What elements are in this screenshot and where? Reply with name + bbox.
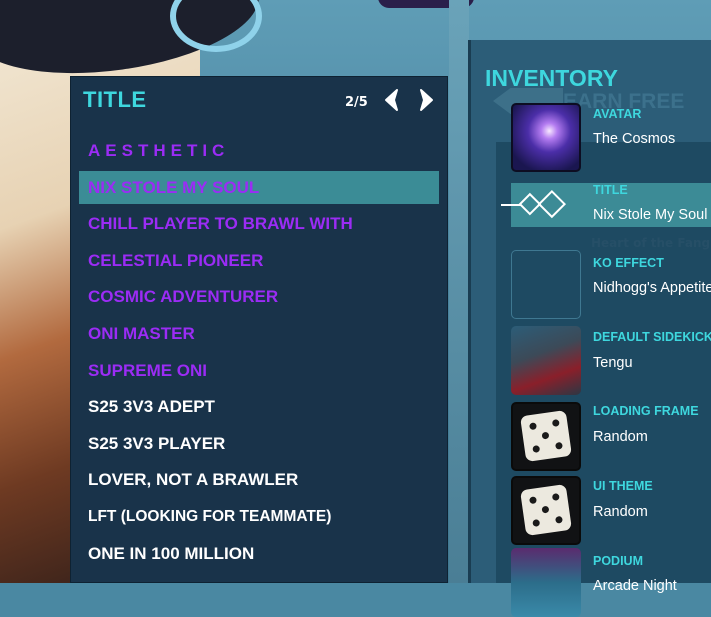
title-option-lft[interactable]: LFT (LOOKING FOR TEAMMATE) [79, 500, 439, 533]
dice-icon[interactable] [511, 476, 581, 545]
title-option-chill-player[interactable]: CHILL PLAYER TO BRAWL WITH [79, 207, 439, 240]
podium-slot-value[interactable]: Arcade Night [593, 578, 677, 594]
title-option-s25-3v3-player[interactable]: S25 3V3 PLAYER [79, 427, 439, 460]
title-option-celestial-pioneer[interactable]: CELESTIAL PIONEER [79, 244, 439, 277]
sidekick-slot-value[interactable]: Tengu [593, 355, 633, 371]
title-option-cosmic-adventurer[interactable]: COSMIC ADVENTURER [79, 280, 439, 313]
title-option-s25-3v3-adept[interactable]: S25 3V3 ADEPT [79, 390, 439, 423]
title-option-aesthetic[interactable]: AESTHETIC [79, 134, 439, 167]
page-indicator: 2/5 [345, 95, 368, 110]
background-strip [449, 0, 469, 583]
title-option-oni-master[interactable]: ONI MASTER [79, 317, 439, 350]
ko-effect-slot-value[interactable]: Nidhogg's Appetite [593, 280, 711, 296]
avatar-slot-label: AVATAR [593, 107, 642, 121]
ui-theme-slot-label: UI THEME [593, 479, 653, 493]
title-panel-heading: TITLE [83, 87, 147, 112]
title-diamond-icon[interactable] [501, 187, 587, 223]
title-list: AESTHETIC NIX STOLE MY SOUL CHILL PLAYER… [79, 134, 439, 573]
ko-effect-slot-label: KO EFFECT [593, 256, 664, 270]
podium-slot-label: PODIUM [593, 554, 643, 568]
title-selection-panel: TITLE 2/5 AESTHETIC NIX STOLE MY SOUL CH… [70, 76, 448, 583]
title-option-supreme-oni[interactable]: SUPREME ONI [79, 354, 439, 387]
heart-of-the-fang-text: Heart of the Fang [591, 236, 711, 250]
cosmos-avatar-icon[interactable] [511, 103, 581, 172]
title-slot-value[interactable]: Nix Stole My Soul [593, 207, 707, 223]
sidekick-slot-label: DEFAULT SIDEKICK [593, 330, 711, 344]
title-option-one-in-100-million[interactable]: ONE IN 100 MILLION [79, 537, 439, 570]
ui-theme-slot-value[interactable]: Random [593, 504, 648, 520]
title-option-nix-stole-my-soul[interactable]: NIX STOLE MY SOUL [79, 170, 439, 204]
loading-frame-slot-value[interactable]: Random [593, 429, 648, 445]
inventory-heading: INVENTORY [485, 65, 618, 91]
ko-effect-icon[interactable] [511, 250, 581, 319]
chevron-right-icon[interactable] [415, 87, 437, 113]
dice-icon[interactable] [511, 402, 581, 471]
tengu-sidekick-icon[interactable] [511, 326, 581, 395]
inventory-panel: EARN FREE INVENTORY Heart of the Fang AV… [468, 40, 711, 617]
title-option-lover-not-a-brawler[interactable]: LOVER, NOT A BRAWLER [79, 463, 439, 496]
avatar-slot-value[interactable]: The Cosmos [593, 131, 675, 147]
chevron-left-icon[interactable] [381, 87, 403, 113]
loading-frame-slot-label: LOADING FRAME [593, 404, 699, 418]
title-slot-label: TITLE [593, 183, 628, 197]
